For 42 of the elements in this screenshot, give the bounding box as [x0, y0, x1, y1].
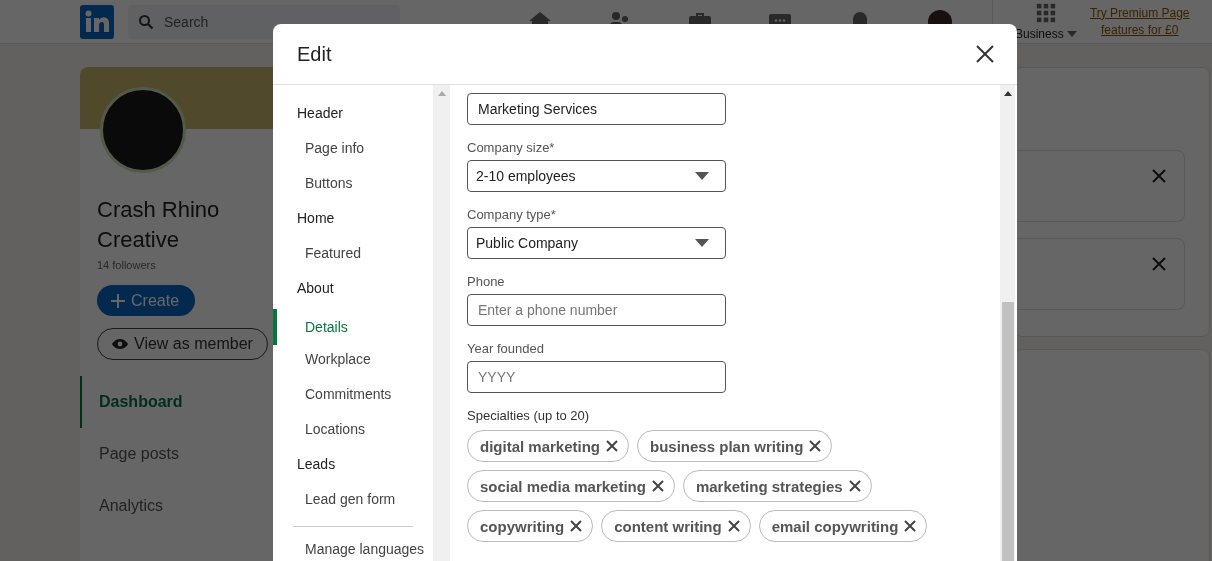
field-label: Specialties (up to 20) — [467, 408, 591, 424]
dropdown-caret-icon — [695, 239, 709, 247]
remove-icon[interactable] — [848, 480, 861, 492]
text-input-field[interactable]: Marketing Services — [467, 93, 726, 125]
caret-icon[interactable] — [1066, 31, 1077, 37]
section-nav-item[interactable]: Buttons — [273, 169, 433, 204]
scrollbar[interactable] — [433, 85, 450, 561]
grid-icon[interactable] — [1034, 2, 1057, 24]
dropdown-caret-icon — [695, 172, 709, 180]
section-nav-item[interactable]: Lead gen form — [273, 485, 433, 520]
section-nav-item[interactable]: Home — [273, 204, 433, 239]
eye-icon — [112, 339, 128, 349]
field-label: Company type* — [467, 207, 557, 223]
plus-icon — [111, 293, 125, 308]
scroll-up-arrow-icon[interactable] — [1003, 91, 1012, 96]
scrollbar[interactable] — [1000, 85, 1015, 561]
close-icon[interactable] — [976, 45, 994, 63]
search-input[interactable]: Search — [162, 12, 366, 31]
manage-languages-link[interactable]: Manage languages — [273, 535, 433, 561]
follower-count: 14 followers — [97, 259, 157, 271]
remove-icon[interactable] — [904, 520, 917, 532]
section-nav-item[interactable]: Featured — [273, 239, 433, 274]
remove-icon[interactable] — [570, 520, 583, 532]
text-input-field[interactable]: Enter a phone number — [467, 294, 726, 326]
dialog-title: Edit — [297, 42, 332, 66]
company-name: Crash Rhino Creative — [97, 196, 221, 254]
dropdown-field[interactable]: 2-10 employees — [467, 160, 726, 192]
remove-icon[interactable] — [727, 520, 740, 532]
section-nav-item[interactable]: Leads — [273, 450, 433, 485]
field-label: Phone — [467, 274, 506, 290]
search-icon — [138, 13, 154, 30]
remove-icon[interactable] — [651, 480, 664, 492]
remove-icon[interactable] — [809, 440, 822, 452]
section-nav-item[interactable]: Header — [273, 99, 433, 134]
section-nav-item[interactable]: Page info — [273, 134, 433, 169]
logo-icon[interactable] — [80, 4, 114, 39]
dropdown-field[interactable]: Public Company — [467, 227, 726, 259]
section-nav-item[interactable]: About — [273, 274, 433, 309]
field-label: Company size* — [467, 140, 556, 156]
field-label: Year founded — [467, 341, 545, 357]
text-input-field[interactable]: YYYY — [467, 361, 726, 393]
remove-icon[interactable] — [606, 440, 619, 452]
